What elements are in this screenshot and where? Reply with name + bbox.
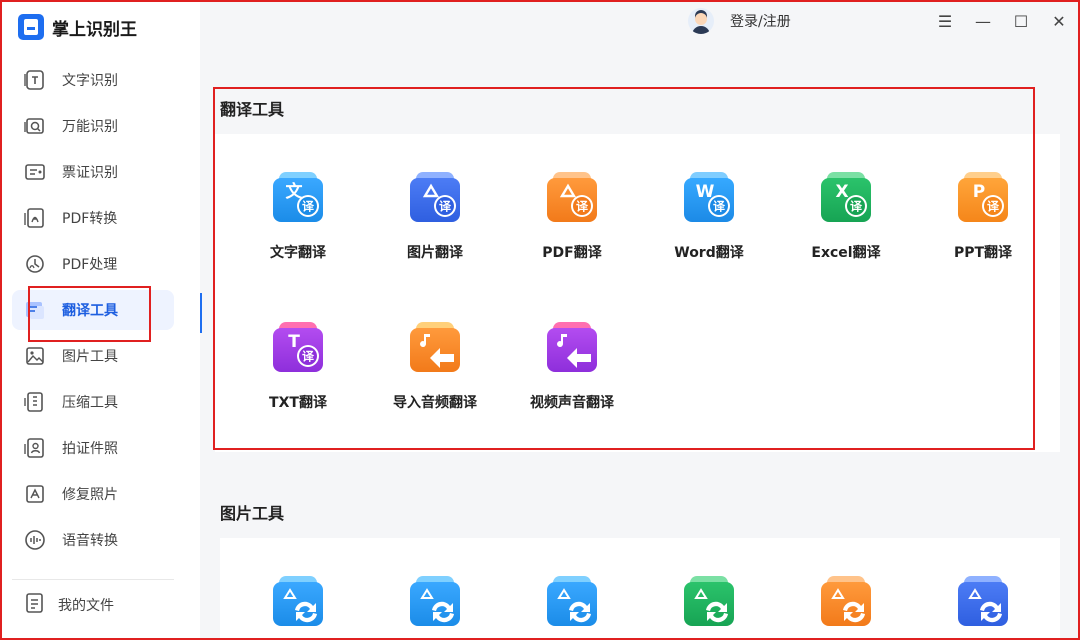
pdf-convert-icon	[24, 207, 46, 229]
translate-tool-icon	[408, 320, 462, 374]
minimize-icon[interactable]: —	[964, 10, 1002, 32]
my-files-button[interactable]: 我的文件	[24, 592, 114, 618]
image-tools-panel	[220, 538, 1060, 638]
section-title-image: 图片工具	[220, 504, 285, 523]
sidebar-item-universal-recognition[interactable]: 万能识别	[12, 106, 174, 146]
sidebar-item-pdf-process[interactable]: PDF处理	[12, 244, 174, 284]
svg-text:译: 译	[850, 200, 863, 214]
window-controls: ☰ — ☐ ✕	[926, 10, 1078, 32]
translate-tool-icon	[545, 320, 599, 374]
translate-tool-icon: 译	[545, 170, 599, 224]
app-title: 掌上识别王	[52, 19, 137, 40]
image-tools-icon	[24, 345, 46, 367]
translate-tool-label: Word翻译	[674, 245, 744, 261]
translate-tool-label: 视频声音翻译	[530, 395, 614, 411]
translate-tool-icon: T译	[271, 320, 325, 374]
translate-tool-label: PDF翻译	[542, 245, 602, 261]
translate-tool-label: 文字翻译	[270, 245, 326, 261]
voice-convert-icon	[24, 529, 46, 551]
image-tool-icon	[956, 574, 1010, 628]
translate-tool-label: PPT翻译	[953, 245, 1013, 261]
maximize-icon[interactable]: ☐	[1002, 10, 1040, 32]
image-tool-icon	[408, 574, 462, 628]
sidebar-item-label: PDF处理	[62, 257, 118, 273]
photo-repair-icon	[24, 483, 46, 505]
svg-text:译: 译	[713, 200, 726, 214]
translate-tool-icon: P译	[956, 170, 1010, 224]
sidebar-item-label: 修复照片	[62, 487, 118, 503]
sidebar-divider	[12, 579, 174, 580]
svg-text:译: 译	[302, 200, 315, 214]
translate-tool-icon: 译	[408, 170, 462, 224]
svg-text:译: 译	[987, 200, 1000, 214]
image-tool-icon	[545, 574, 599, 628]
brand: 掌上识别王	[18, 14, 137, 40]
sidebar-item-label: 压缩工具	[62, 395, 118, 411]
menu-icon[interactable]: ☰	[926, 10, 964, 32]
sidebar-item-label: 文字识别	[62, 73, 118, 89]
close-icon[interactable]: ✕	[1040, 10, 1078, 32]
svg-text:P: P	[973, 182, 985, 202]
translate-tool-label: Excel翻译	[811, 245, 881, 261]
app-logo-icon	[18, 14, 44, 40]
svg-text:X: X	[835, 182, 848, 202]
active-indicator	[200, 293, 202, 333]
translate-tool-icon: X译	[819, 170, 873, 224]
translate-tool-label: TXT翻译	[269, 395, 327, 411]
file-icon	[24, 592, 46, 618]
sidebar-item-compress[interactable]: 压缩工具	[12, 382, 174, 422]
compress-icon	[24, 391, 46, 413]
translate-tool-icon: 文译	[271, 170, 325, 224]
sidebar-item-label: 票证识别	[62, 165, 118, 181]
sidebar-item-text-recognition[interactable]: 文字识别	[12, 60, 174, 100]
translate-tool-label: 图片翻译	[407, 245, 463, 261]
login-label: 登录/注册	[730, 14, 791, 30]
sidebar-item-label: PDF转换	[62, 211, 118, 227]
id-photo-icon	[24, 437, 46, 459]
universal-recognition-icon	[24, 115, 46, 137]
svg-text:译: 译	[576, 200, 589, 214]
annotation-highlight-box	[28, 286, 151, 342]
sidebar-item-pdf-convert[interactable]: PDF转换	[12, 198, 174, 238]
avatar	[688, 8, 714, 34]
pdf-process-icon	[24, 253, 46, 275]
translate-tool-label: 导入音频翻译	[393, 395, 477, 411]
sidebar-item-voice-convert[interactable]: 语音转换	[12, 520, 174, 560]
image-tool-icon	[682, 574, 736, 628]
sidebar-item-photo-repair[interactable]: 修复照片	[12, 474, 174, 514]
sidebar-item-label: 图片工具	[62, 349, 118, 365]
text-recognition-icon	[24, 69, 46, 91]
translate-tool-icon: W译	[682, 170, 736, 224]
svg-text:译: 译	[439, 200, 452, 214]
svg-text:译: 译	[302, 350, 315, 364]
login-button[interactable]: 登录/注册	[688, 8, 791, 34]
image-tool-icon	[271, 574, 325, 628]
sidebar-item-id-photo[interactable]: 拍证件照	[12, 428, 174, 468]
sidebar-item-image-tools[interactable]: 图片工具	[12, 336, 174, 376]
image-tool-icon	[819, 574, 873, 628]
sidebar-item-ticket-recognition[interactable]: 票证识别	[12, 152, 174, 192]
my-files-label: 我的文件	[58, 598, 114, 614]
sidebar-item-label: 语音转换	[62, 533, 118, 549]
sidebar-item-label: 拍证件照	[62, 441, 118, 457]
ticket-recognition-icon	[24, 161, 46, 183]
svg-text:T: T	[288, 332, 300, 352]
sidebar-item-label: 万能识别	[62, 119, 118, 135]
